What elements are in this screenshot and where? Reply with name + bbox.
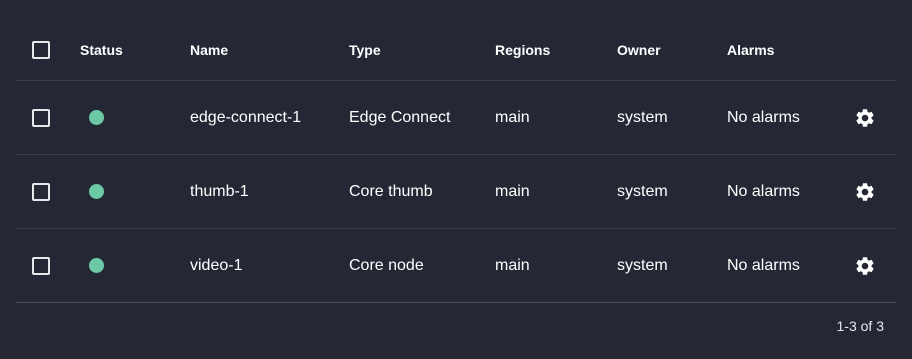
select-all-checkbox[interactable] — [32, 40, 50, 59]
node-regions: main — [495, 108, 530, 126]
nodes-table: Status Name Type Regions Owner Alarms ed… — [16, 16, 896, 303]
header-name[interactable]: Name — [190, 16, 228, 80]
table-row[interactable]: edge-connect-1 Edge Connect main system … — [16, 81, 896, 155]
row-select-cell — [32, 155, 50, 228]
status-cell — [80, 155, 104, 228]
node-alarms: No alarms — [727, 182, 800, 200]
node-regions: main — [495, 256, 530, 274]
gear-icon[interactable] — [854, 255, 876, 277]
gear-icon[interactable] — [854, 181, 876, 203]
node-name[interactable]: thumb-1 — [190, 155, 249, 228]
actions-cell — [854, 81, 876, 154]
pagination-label: 1-3 of 3 — [836, 318, 884, 334]
status-indicator — [89, 258, 104, 273]
header-type[interactable]: Type — [349, 16, 381, 80]
row-select-cell — [32, 229, 50, 302]
header-owner[interactable]: Owner — [617, 16, 661, 80]
node-owner: system — [617, 108, 668, 126]
actions-cell — [854, 155, 876, 228]
row-checkbox[interactable] — [32, 182, 50, 201]
table-row[interactable]: thumb-1 Core thumb main system No alarms — [16, 155, 896, 229]
node-type: Core thumb — [349, 182, 433, 200]
header-alarms[interactable]: Alarms — [727, 16, 774, 80]
select-all-cell — [32, 16, 50, 80]
table-header-row: Status Name Type Regions Owner Alarms — [16, 16, 896, 81]
node-type: Core node — [349, 256, 424, 274]
status-indicator — [89, 184, 104, 199]
nodes-panel: Status Name Type Regions Owner Alarms ed… — [0, 0, 912, 359]
node-owner: system — [617, 182, 668, 200]
status-indicator — [89, 110, 104, 125]
header-regions[interactable]: Regions — [495, 16, 550, 80]
header-status[interactable]: Status — [80, 16, 123, 80]
row-checkbox[interactable] — [32, 256, 50, 275]
row-select-cell — [32, 81, 50, 154]
node-alarms: No alarms — [727, 256, 800, 274]
node-name[interactable]: edge-connect-1 — [190, 81, 301, 154]
table-row[interactable]: video-1 Core node main system No alarms — [16, 229, 896, 303]
gear-icon[interactable] — [854, 107, 876, 129]
node-name[interactable]: video-1 — [190, 229, 242, 302]
node-alarms: No alarms — [727, 108, 800, 126]
node-regions: main — [495, 182, 530, 200]
node-type: Edge Connect — [349, 108, 451, 126]
actions-cell — [854, 229, 876, 302]
row-checkbox[interactable] — [32, 108, 50, 127]
node-owner: system — [617, 256, 668, 274]
status-cell — [80, 81, 104, 154]
status-cell — [80, 229, 104, 302]
